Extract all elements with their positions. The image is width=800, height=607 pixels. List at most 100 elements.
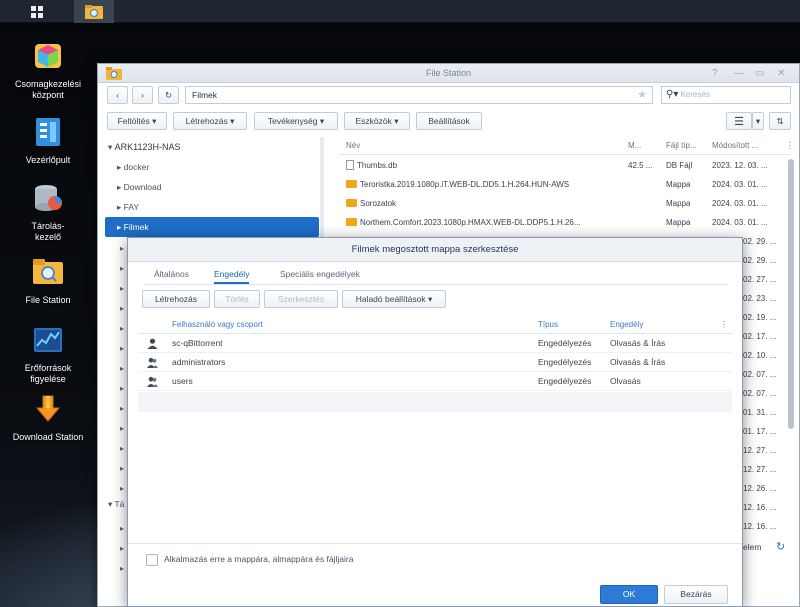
- caret-right-icon[interactable]: ▸: [120, 559, 124, 579]
- create-permission-button[interactable]: Létrehozás: [142, 290, 210, 308]
- col-modified[interactable]: Módosított ...: [712, 137, 758, 155]
- date-cell: 12. 16. ...: [743, 503, 777, 512]
- tools-button[interactable]: Eszközök ▾: [344, 112, 410, 130]
- file-name-cell: Teroristka.2019.1080p.iT.WEB-DL.DD5.1.H.…: [346, 175, 569, 194]
- footer-refresh-button[interactable]: ↻: [776, 540, 785, 553]
- col-name[interactable]: Név: [346, 137, 360, 155]
- desktop-icon-label: Csomagkezelési központ: [14, 79, 82, 100]
- col-size[interactable]: M...: [628, 137, 641, 155]
- close-icon[interactable]: ✕: [777, 64, 785, 83]
- edit-permission-button[interactable]: Szerkesztés: [264, 290, 338, 308]
- tab-advanced-permissions[interactable]: Speciális engedélyek: [280, 264, 360, 284]
- caret-right-icon[interactable]: ▸: [120, 419, 124, 439]
- file-row[interactable]: Sorozatok Mappa 2024. 03. 01. ...: [340, 194, 790, 213]
- file-type: Mappa: [666, 199, 691, 208]
- storage-manager-icon: [35, 185, 62, 211]
- main-menu-button[interactable]: [17, 0, 57, 23]
- tree-second-root[interactable]: ▾ Tá: [108, 499, 124, 510]
- file-station-icon: [33, 259, 63, 284]
- sort-icon: ⇅: [776, 115, 784, 126]
- file-row[interactable]: Thumbs.db 42.5 ... DB Fájl 2023. 12. 03.…: [340, 156, 790, 175]
- column-menu-icon[interactable]: ⋮: [720, 316, 728, 334]
- sort-button[interactable]: ⇅: [769, 112, 791, 130]
- desktop-storage-manager[interactable]: Tárolás-kezelő: [0, 182, 96, 243]
- permission-row[interactable]: sc-qBittorrent Engedélyezés Olvasás & Ír…: [138, 334, 732, 353]
- col-permission[interactable]: Engedély: [610, 316, 643, 334]
- file-row[interactable]: Northem.Comfort.2023.1080p.HMAX.WEB-DL.D…: [340, 213, 790, 232]
- caret-right-icon[interactable]: ▸: [120, 319, 124, 339]
- permission-user: administrators: [172, 357, 226, 367]
- caret-right-icon[interactable]: ▸: [120, 519, 124, 539]
- desktop-download-station[interactable]: Download Station: [0, 393, 96, 443]
- file-name: Teroristka.2019.1080p.iT.WEB-DL.DD5.1.H.…: [360, 180, 570, 189]
- advanced-settings-button[interactable]: Haladó beállítások ▾: [342, 290, 446, 308]
- desktop-package-center[interactable]: Csomagkezelési központ: [0, 40, 96, 101]
- permission-row[interactable]: administrators Engedélyezés Olvasás & Ír…: [138, 353, 732, 372]
- desktop-icon-label: Tárolás-kezelő: [31, 221, 65, 242]
- footer-text: elem: [743, 542, 762, 552]
- col-type[interactable]: Típus: [538, 316, 558, 334]
- desktop-control-panel[interactable]: Vezérlőpult: [0, 116, 96, 166]
- caret-right-icon[interactable]: ▸: [120, 439, 124, 459]
- ok-button[interactable]: OK: [600, 585, 658, 604]
- col-user-or-group[interactable]: Felhasználó vagy csoport: [172, 316, 263, 334]
- desktop-file-station[interactable]: File Station: [0, 256, 96, 306]
- delete-permission-button[interactable]: Törlés: [214, 290, 260, 308]
- group-icon: [147, 357, 158, 368]
- minimize-icon[interactable]: —: [734, 64, 744, 83]
- tree-item-filmek[interactable]: ▸ Filmek: [105, 217, 319, 237]
- upload-button[interactable]: Feltöltés ▾: [107, 112, 167, 130]
- file-type: Mappa: [666, 218, 691, 227]
- caret-right-icon[interactable]: ▸: [120, 359, 124, 379]
- forward-button[interactable]: ›: [132, 86, 153, 104]
- tree-item-fay[interactable]: ▸ FAY: [105, 197, 319, 217]
- column-menu-icon[interactable]: ⋮: [786, 137, 794, 155]
- file-modified: 2024. 03. 01. ...: [712, 218, 768, 227]
- caret-right-icon[interactable]: ▸: [120, 259, 124, 279]
- search-input[interactable]: ⚲▾ Keresés: [661, 86, 791, 104]
- caret-right-icon[interactable]: ▸: [120, 479, 124, 499]
- maximize-icon[interactable]: ▭: [755, 64, 764, 83]
- view-mode-button[interactable]: ☰: [726, 112, 752, 130]
- tree-root-label: ARK1123H-NAS: [114, 142, 181, 152]
- file-name-cell: Thumbs.db: [346, 156, 397, 175]
- star-icon[interactable]: ★: [637, 87, 647, 103]
- permission-type: Engedélyezés: [538, 376, 592, 386]
- apply-recursive-checkbox[interactable]: [146, 554, 158, 566]
- file-row[interactable]: Teroristka.2019.1080p.iT.WEB-DL.DD5.1.H.…: [340, 175, 790, 194]
- tree-item-download[interactable]: ▸ Download: [105, 177, 319, 197]
- help-icon[interactable]: ?: [712, 64, 718, 83]
- tree-item-docker[interactable]: ▸ docker: [105, 157, 319, 177]
- tab-general[interactable]: Általános: [154, 264, 189, 284]
- taskbar-file-station-button[interactable]: [74, 0, 114, 23]
- desktop-resource-monitor[interactable]: Erőforrások figyelése: [0, 324, 96, 385]
- create-button[interactable]: Létrehozás ▾: [173, 112, 247, 130]
- permission-type: Engedélyezés: [538, 338, 592, 348]
- col-type[interactable]: Fájl típ...: [666, 137, 697, 155]
- tree-caret-column-2: ▸ ▸ ▸: [120, 519, 124, 579]
- caret-right-icon[interactable]: ▸: [120, 299, 124, 319]
- settings-button[interactable]: Beállítások: [416, 112, 482, 130]
- view-mode-dropdown[interactable]: ▾: [752, 112, 764, 130]
- tab-permissions[interactable]: Engedély: [214, 264, 250, 284]
- caret-right-icon[interactable]: ▸: [120, 279, 124, 299]
- caret-right-icon[interactable]: ▸: [120, 459, 124, 479]
- caret-right-icon[interactable]: ▸: [120, 399, 124, 419]
- permission-row[interactable]: users Engedélyezés Olvasás: [138, 372, 732, 391]
- refresh-button[interactable]: ↻: [158, 86, 179, 104]
- tree-item-label: Filmek: [123, 222, 149, 232]
- path-bar[interactable]: Filmek ★: [185, 86, 653, 104]
- close-button[interactable]: Bezárás: [664, 585, 728, 604]
- file-list-scrollbar[interactable]: [788, 159, 794, 429]
- action-button[interactable]: Tevékenység ▾: [254, 112, 338, 130]
- caret-right-icon[interactable]: ▸: [120, 379, 124, 399]
- caret-right-icon[interactable]: ▸: [120, 539, 124, 559]
- caret-right-icon[interactable]: ▸: [120, 339, 124, 359]
- tree-root[interactable]: ▾ ARK1123H-NAS: [105, 137, 319, 157]
- folder-search-icon: [85, 4, 103, 19]
- caret-right-icon[interactable]: ▸: [120, 239, 124, 259]
- back-button[interactable]: ‹: [107, 86, 128, 104]
- window-titlebar[interactable]: File Station ? — ▭ ✕: [98, 64, 799, 83]
- date-cell: 02. 29. ...: [743, 256, 777, 265]
- footer-item-count: elem: [743, 542, 761, 552]
